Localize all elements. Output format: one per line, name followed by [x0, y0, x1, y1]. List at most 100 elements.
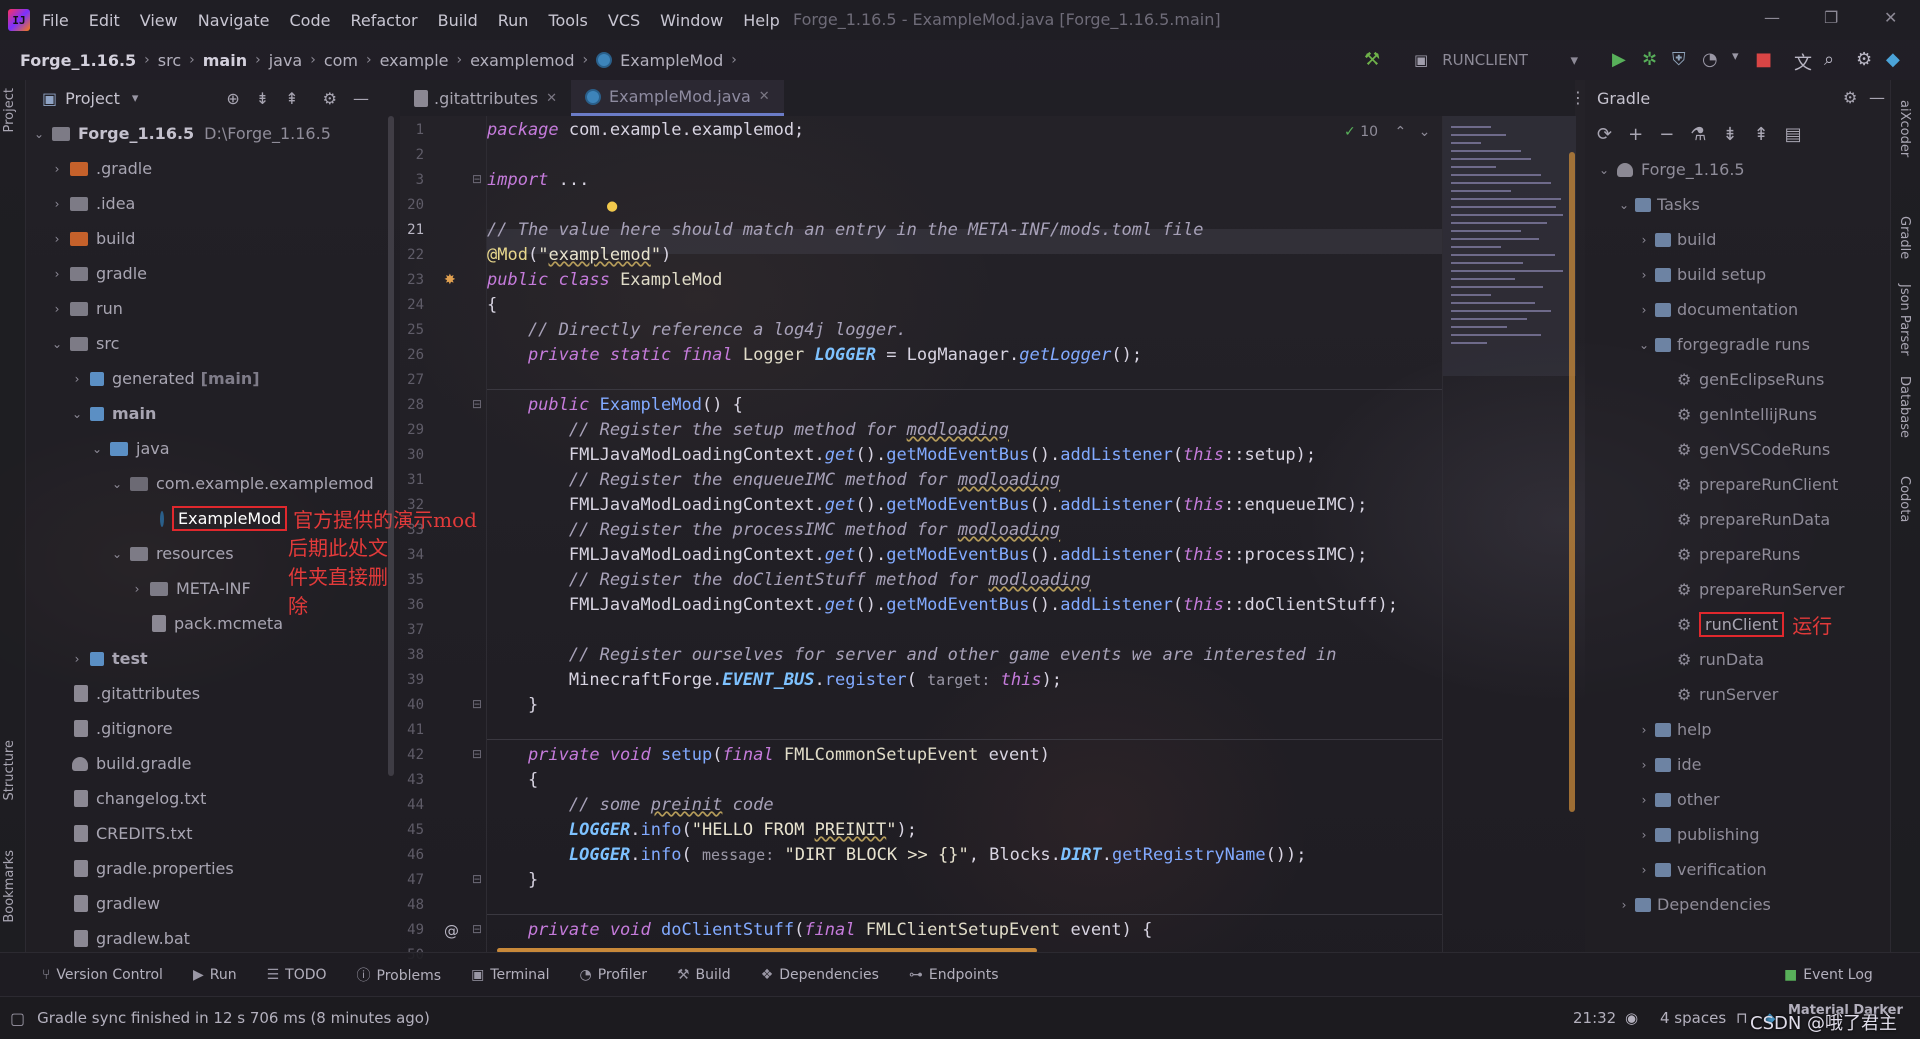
- codota-tool-tab[interactable]: Codota: [1897, 476, 1912, 522]
- menu-code[interactable]: Code: [290, 11, 331, 30]
- tree-item-changelog[interactable]: changelog.txt: [26, 781, 400, 816]
- tree-item-gradlew[interactable]: gradlew: [26, 886, 400, 921]
- more-tabs-icon[interactable]: ⋮: [1570, 88, 1586, 107]
- minimize-icon[interactable]: —: [1764, 8, 1780, 27]
- structure-tool-tab[interactable]: Structure: [2, 740, 17, 800]
- tree-item-credits[interactable]: CREDITS.txt: [26, 816, 400, 851]
- coverage-icon[interactable]: ⛨: [1672, 49, 1686, 70]
- gradle-task-runserver[interactable]: ⚙ runServer: [1585, 677, 1890, 712]
- close-icon[interactable]: ✕: [1884, 8, 1897, 27]
- gradle-task-preparerunserver[interactable]: ⚙ prepareRunServer: [1585, 572, 1890, 607]
- tab-examplemod-java[interactable]: ExampleMod.java ✕: [571, 80, 784, 116]
- chevron-down-icon[interactable]: ▾: [132, 91, 139, 106]
- version-control-tab[interactable]: ⑂ Version Control: [42, 967, 163, 983]
- tree-item-build[interactable]: › build: [26, 221, 400, 256]
- menu-navigate[interactable]: Navigate: [198, 11, 270, 30]
- breadcrumb-src[interactable]: src: [158, 51, 181, 70]
- tree-item-package[interactable]: ⌄ com.example.examplemod: [26, 466, 400, 501]
- database-tool-tab[interactable]: Database: [1897, 376, 1912, 438]
- fold-setup-icon[interactable]: ⊟: [472, 747, 482, 761]
- gear-icon[interactable]: ⚙: [1856, 49, 1872, 70]
- gradle-item-publishing[interactable]: › publishing: [1585, 817, 1890, 852]
- execute-task-icon[interactable]: ⚗: [1690, 124, 1706, 145]
- gradle-task-preparerunclient[interactable]: ⚙ prepareRunClient: [1585, 467, 1890, 502]
- tree-item-generated[interactable]: › generated [main]: [26, 361, 400, 396]
- gradle-item-dependencies[interactable]: › Dependencies: [1585, 887, 1890, 922]
- implements-icon[interactable]: @: [444, 922, 459, 940]
- gradle-task-genvscoderuns[interactable]: ⚙ genVSCodeRuns: [1585, 432, 1890, 467]
- stop-icon[interactable]: ■: [1755, 49, 1772, 70]
- tree-item-gitignore[interactable]: .gitignore: [26, 711, 400, 746]
- tree-item-main[interactable]: ⌄ main: [26, 396, 400, 431]
- tree-item-build-gradle[interactable]: build.gradle: [26, 746, 400, 781]
- chevron-down-icon[interactable]: ⌄: [1419, 124, 1431, 140]
- tree-item-test[interactable]: › test: [26, 641, 400, 676]
- group-modules-icon[interactable]: ▤: [1785, 124, 1802, 145]
- menu-vcs[interactable]: VCS: [608, 11, 640, 30]
- gradle-task-rundata[interactable]: ⚙ runData: [1585, 642, 1890, 677]
- debug-icon[interactable]: ✲: [1642, 49, 1657, 70]
- aixcoder-tool-tab[interactable]: aiXcoder: [1897, 100, 1912, 157]
- gradle-task-prepareruns[interactable]: ⚙ prepareRuns: [1585, 537, 1890, 572]
- tree-item-gradle[interactable]: › gradle: [26, 256, 400, 291]
- tool-windows-toggle-icon[interactable]: ▢: [10, 1009, 25, 1028]
- chevron-down-icon[interactable]: ▾: [1732, 49, 1739, 64]
- json-parser-tool-tab[interactable]: Json Parser: [1897, 284, 1912, 356]
- endpoints-tab[interactable]: ⊶ Endpoints: [909, 967, 999, 983]
- search-icon[interactable]: ⌕: [1824, 49, 1834, 70]
- gradle-item-build-setup[interactable]: › build setup: [1585, 257, 1890, 292]
- tree-item-idea[interactable]: › .idea: [26, 186, 400, 221]
- breadcrumb-com[interactable]: com: [324, 51, 358, 70]
- fold-method-icon[interactable]: ⊟: [472, 922, 482, 936]
- hide-icon[interactable]: —: [353, 89, 369, 108]
- tree-item-gradle-dir[interactable]: › .gradle: [26, 151, 400, 186]
- caret-position[interactable]: 21:32: [1573, 1009, 1616, 1027]
- code-minimap[interactable]: [1442, 116, 1576, 952]
- project-panel-title[interactable]: Project: [65, 89, 120, 108]
- menu-file[interactable]: File: [42, 11, 69, 30]
- status-message[interactable]: Gradle sync finished in 12 s 706 ms (8 m…: [37, 1009, 430, 1027]
- project-tool-tab[interactable]: Project: [2, 88, 17, 132]
- fold-import-icon[interactable]: ⊟: [472, 172, 482, 186]
- dependencies-tab[interactable]: ❖ Dependencies: [761, 967, 879, 983]
- tree-item-java[interactable]: ⌄ java: [26, 431, 400, 466]
- breadcrumb-class[interactable]: ExampleMod: [620, 51, 723, 70]
- bookmarks-tool-tab[interactable]: Bookmarks: [2, 850, 17, 923]
- remove-icon[interactable]: −: [1659, 124, 1674, 145]
- gradle-task-geneclipseruns[interactable]: ⚙ genEclipseRuns: [1585, 362, 1890, 397]
- gradle-item-help[interactable]: › help: [1585, 712, 1890, 747]
- run-icon[interactable]: ▶: [1612, 49, 1626, 70]
- tree-item-gitattributes[interactable]: .gitattributes: [26, 676, 400, 711]
- event-log-tab[interactable]: ■ Event Log: [1784, 967, 1873, 983]
- locate-icon[interactable]: ⊕: [226, 89, 239, 108]
- add-icon[interactable]: +: [1628, 124, 1643, 145]
- gradle-item-tasks[interactable]: ⌄ Tasks: [1585, 187, 1890, 222]
- eye-icon[interactable]: ◉: [1625, 1009, 1638, 1027]
- run-tab[interactable]: ▶ Run: [193, 967, 237, 983]
- tree-item-examplemod[interactable]: ExampleMod 官方提供的演示mod: [26, 501, 477, 536]
- close-icon[interactable]: ✕: [759, 89, 770, 104]
- close-icon[interactable]: ✕: [546, 91, 557, 106]
- maximize-icon[interactable]: ❐: [1824, 8, 1838, 27]
- gradle-item-forgegradle-runs[interactable]: ⌄ forgegradle runs: [1585, 327, 1890, 362]
- gradle-task-runclient[interactable]: ⚙ runClient 运行: [1585, 607, 1890, 642]
- project-scrollbar[interactable]: [388, 116, 394, 776]
- problems-tab[interactable]: ⓘ Problems: [357, 965, 442, 985]
- gradle-task-genintellijruns[interactable]: ⚙ genIntellijRuns: [1585, 397, 1890, 432]
- gradle-item-other[interactable]: › other: [1585, 782, 1890, 817]
- menu-tools[interactable]: Tools: [548, 11, 587, 30]
- fold-end-icon[interactable]: ⊟: [472, 697, 482, 711]
- code-editor[interactable]: package com.example.examplemod; import .…: [486, 116, 1442, 952]
- chevron-up-icon[interactable]: ⌃: [1394, 124, 1406, 140]
- tab-gitattributes[interactable]: .gitattributes ✕: [400, 80, 571, 116]
- tree-item-gradlew-bat[interactable]: gradlew.bat: [26, 921, 400, 956]
- breadcrumb-project[interactable]: Forge_1.16.5: [20, 51, 136, 70]
- fold-constructor-icon[interactable]: ⊟: [472, 397, 482, 411]
- breadcrumb-java[interactable]: java: [269, 51, 303, 70]
- collapse-all-icon[interactable]: ⇞: [1754, 124, 1769, 145]
- refresh-icon[interactable]: ⟳: [1597, 124, 1612, 145]
- menu-refactor[interactable]: Refactor: [350, 11, 417, 30]
- menu-build[interactable]: Build: [438, 11, 478, 30]
- expand-all-icon[interactable]: ⇟: [256, 89, 269, 108]
- expand-all-icon[interactable]: ⇟: [1722, 124, 1737, 145]
